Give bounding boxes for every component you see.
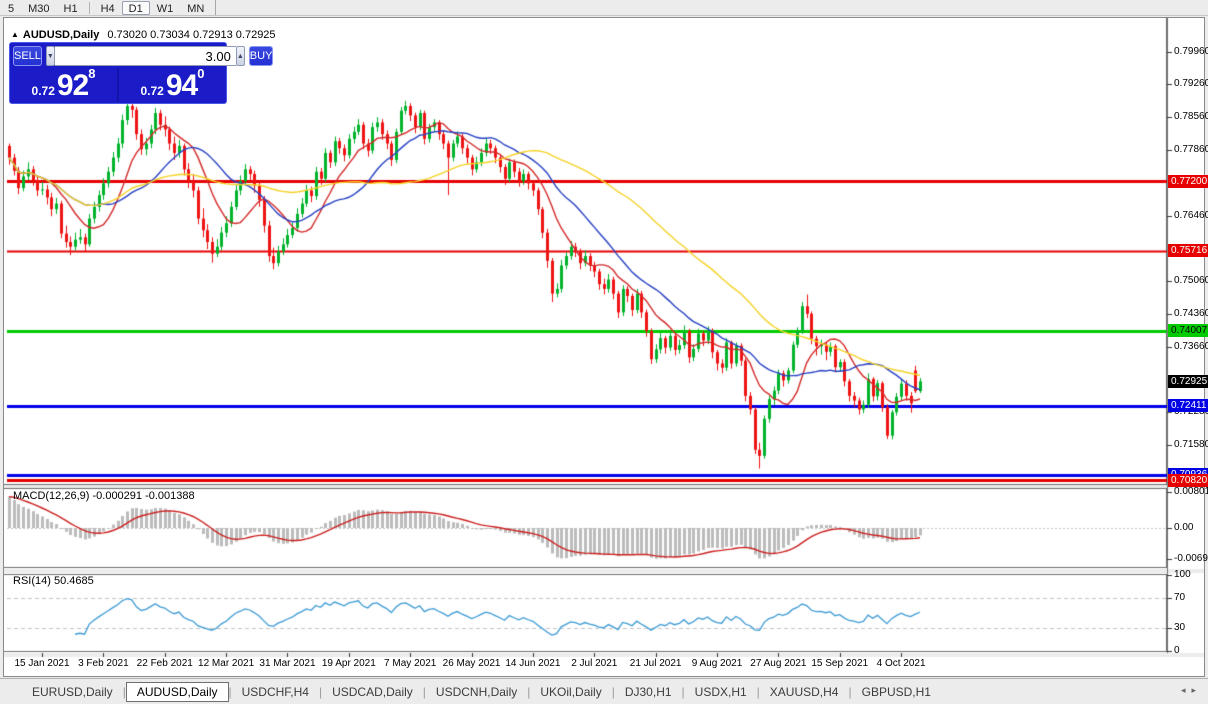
rsi-tick-label: 30 [1174,622,1186,634]
current-bid-badge: 0.72925 [1168,375,1208,389]
price-tick-label: 0.78560 [1174,111,1208,123]
macd-tick-label: 0.008014 [1174,486,1208,498]
tab-scroll-right-icon[interactable]: ▸ [1191,685,1202,695]
price-tick-label: 0.73660 [1174,341,1208,353]
date-axis-label: 7 May 2021 [384,658,437,669]
toolbar-separator [215,0,217,15]
price-level-badge: 0.77200 [1168,174,1208,188]
timeframe-button-M30[interactable]: M30 [21,1,56,15]
date-axis-label: 12 Mar 2021 [198,658,255,669]
sell-price-pips: 92 [56,69,89,102]
toolbar-separator [88,1,90,14]
date-axis-label: 15 Jan 2021 [14,658,70,669]
rsi-tick-label: 0 [1174,645,1180,656]
price-tick-label: 0.77860 [1174,144,1208,156]
buy-price-display[interactable]: 0.72 94 0 [122,66,223,102]
sell-price-point: 8 [88,66,96,81]
tab-scroll-arrows[interactable]: ◂▸ [1181,685,1202,696]
date-axis-label: 14 Jun 2021 [505,658,561,669]
chart-tab-UKOil-Daily[interactable]: UKOil,Daily [530,683,611,701]
chart-tab-AUDUSD-Daily[interactable]: AUDUSD,Daily [125,681,229,702]
price-level-badge: 0.74007 [1168,324,1208,338]
price-tick-label: 0.71580 [1174,438,1208,450]
timeframe-button-H4[interactable]: H4 [94,1,122,15]
sell-price-display[interactable]: 0.72 92 8 [13,66,114,102]
rsi-tick-label: 100 [1174,569,1191,580]
price-chart-canvas[interactable] [4,18,1204,676]
chart-tab-GBPUSD-H1[interactable]: GBPUSD,H1 [852,683,941,701]
rsi-name: RSI(14) [13,575,51,587]
symbol-marker-icon: ▲ [11,30,19,39]
timeframe-button-H1[interactable]: H1 [57,1,85,15]
volume-increase-icon[interactable]: ▲ [235,46,245,66]
chart-tab-bar: EURUSD,Daily | AUDUSD,Daily | USDCHF,H4 | USDC… [0,678,1208,704]
chart-window: ▲ AUDUSD,Daily 0.73020 0.73034 0.72913 0.7… [3,17,1208,677]
chart-tab-USDCNH-Daily[interactable]: USDCNH,Daily [426,683,527,701]
macd-name: MACD(12,26,9) [13,490,90,502]
macd-indicator-label: MACD(12,26,9) -0.000291 -0.001388 [13,490,195,502]
date-axis-label: 31 Mar 2021 [259,658,316,669]
date-axis-label: 19 Apr 2021 [321,658,376,669]
price-tick-label: 0.75060 [1174,275,1208,287]
date-axis-label: 3 Feb 2021 [78,658,129,669]
date-axis-label: 22 Feb 2021 [136,658,193,669]
chart-tab-XAUUSD-H4[interactable]: XAUUSD,H4 [760,683,849,701]
timeframe-button-5[interactable]: 5 [1,1,21,15]
price-tick-label: 0.79260 [1174,78,1208,90]
chart-tab-USDCAD-Daily[interactable]: USDCAD,Daily [322,683,423,701]
macd-tick-label: 0.00 [1174,522,1194,533]
price-level-badge: 0.75716 [1168,244,1208,258]
volume-decrease-icon[interactable]: ▼ [45,46,55,66]
price-tick-label: 0.79960 [1174,45,1208,57]
date-axis-label: 15 Sep 2021 [811,658,869,669]
price-level-badge: 0.72411 [1168,399,1208,413]
timeframe-button-D1[interactable]: D1 [121,0,150,15]
macd-tick-label: -0.00697 [1174,553,1208,565]
mt4-window: 5 M30 H1 H4 D1 W1 MN ▲ AUDUSD,Daily 0.73020 0.73… [0,0,1208,704]
timeframe-button-W1[interactable]: W1 [150,1,181,15]
timeframe-button-MN[interactable]: MN [180,1,211,15]
buy-price-pips: 94 [165,69,198,102]
date-axis-label: 2 Jul 2021 [571,658,618,669]
macd-values: -0.000291 -0.001388 [92,490,195,502]
price-tick-label: 0.76460 [1174,209,1208,221]
price-tick-label: 0.74360 [1174,308,1208,320]
date-axis-label: 26 May 2021 [442,658,501,669]
sell-button[interactable]: SELL [13,46,42,66]
chart-tab-USDCHF-H4[interactable]: USDCHF,H4 [232,683,319,701]
sell-price-prefix: 0.72 [31,84,55,98]
chart-symbol: AUDUSD,Daily [22,29,100,41]
buy-button[interactable]: BUY [248,46,274,66]
date-axis-label: 27 Aug 2021 [750,658,807,669]
date-axis-label: 4 Oct 2021 [876,658,926,669]
volume-input[interactable] [54,46,236,66]
chart-tab-EURUSD-Daily[interactable]: EURUSD,Daily [22,683,123,701]
chart-title: ▲ AUDUSD,Daily 0.73020 0.73034 0.72913 0.7… [11,29,276,41]
buy-price-prefix: 0.72 [140,84,164,98]
rsi-indicator-label: RSI(14) 50.4685 [13,575,94,587]
rsi-tick-label: 70 [1174,591,1186,603]
timeframe-toolbar: 5 M30 H1 H4 D1 W1 MN [0,0,1208,16]
chart-tab-USDX-H1[interactable]: USDX,H1 [685,683,757,701]
price-divider [117,68,119,102]
buy-price-point: 0 [197,66,205,81]
date-axis-label: 21 Jul 2021 [629,658,682,669]
chart-ohlc-values: 0.73020 0.73034 0.72913 0.72925 [107,29,276,41]
chart-tab-DJ30-H1[interactable]: DJ30,H1 [615,683,682,701]
date-axis-label: 9 Aug 2021 [691,658,743,669]
one-click-trading-panel: SELL ▼ ▲ BUY 0.72 92 8 0.72 94 0 [9,42,274,104]
rsi-value: 50.4685 [53,575,94,587]
price-level-badge: 0.70820 [1168,473,1208,487]
tab-scroll-left-icon[interactable]: ◂ [1181,685,1192,695]
